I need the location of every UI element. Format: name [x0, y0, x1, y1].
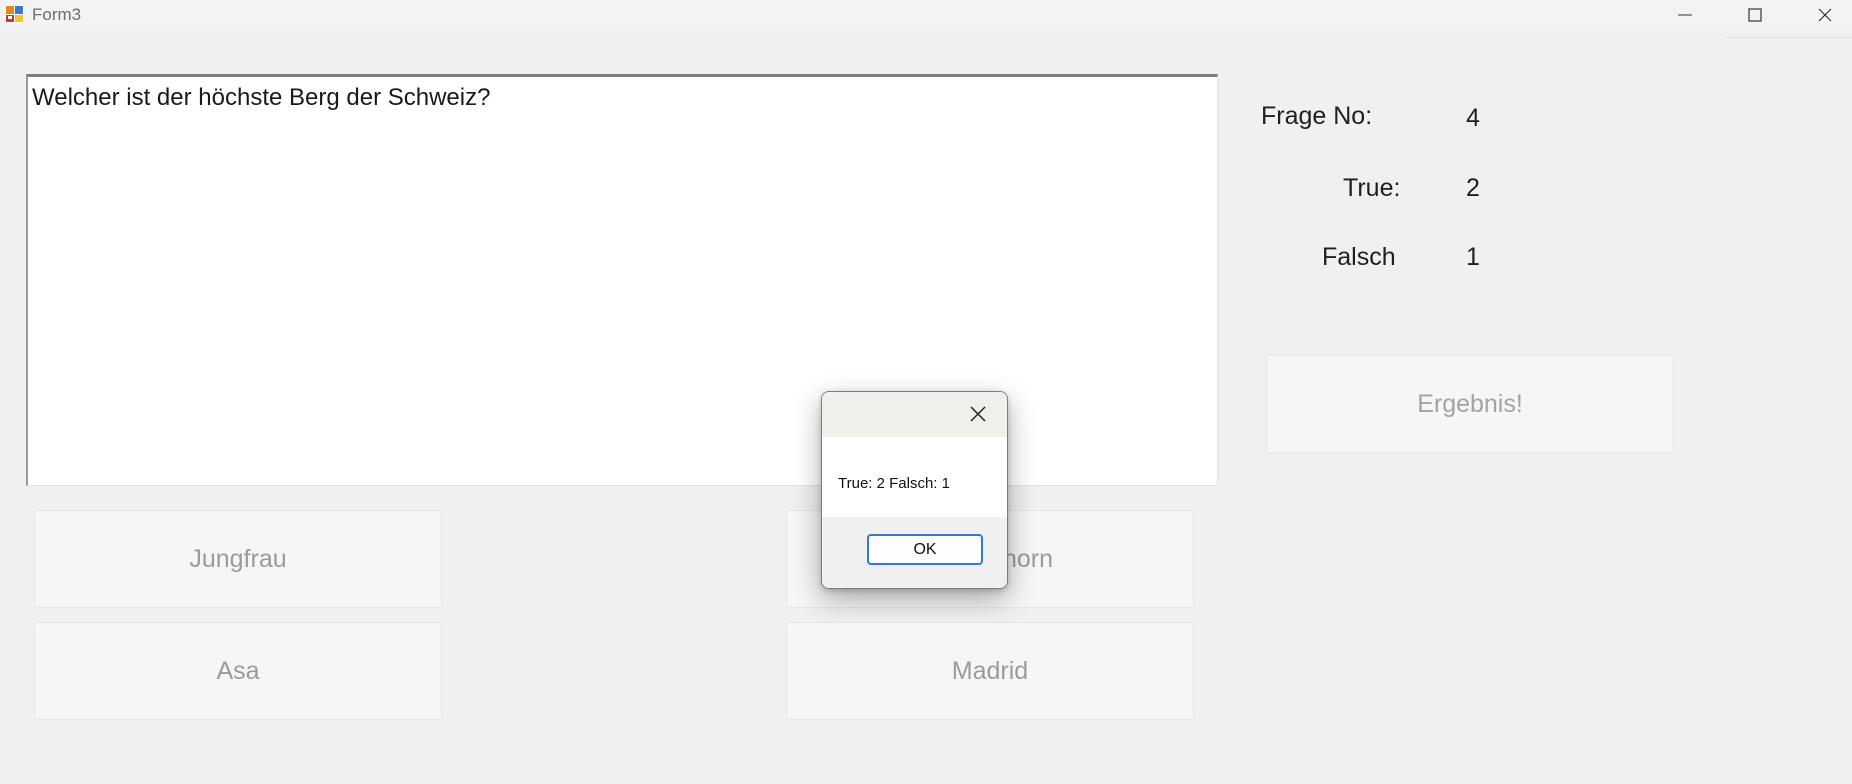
question-textbox[interactable]: Welcher ist der höchste Berg der Schweiz… — [26, 74, 1218, 486]
answer-4-label: Madrid — [951, 656, 1029, 685]
answer-button-1[interactable]: Jungfrau — [34, 510, 442, 608]
message-box-footer: OK — [822, 517, 1007, 588]
close-button[interactable] — [1795, 0, 1852, 30]
ok-button[interactable]: OK — [867, 534, 983, 565]
ergebnis-button[interactable]: Ergebnis! — [1266, 355, 1674, 453]
falsch-value: 1 — [1466, 243, 1480, 271]
message-box-body: True: 2 Falsch: 1 — [822, 437, 1007, 517]
message-box-close-button[interactable] — [966, 402, 990, 426]
ergebnis-label: Ergebnis! — [1417, 389, 1523, 418]
minimize-icon — [1678, 14, 1692, 16]
maximize-icon — [1748, 8, 1762, 22]
answer-button-3[interactable]: Asa — [34, 622, 442, 720]
true-label: True: — [1343, 174, 1401, 202]
message-box-text: True: 2 Falsch: 1 — [838, 475, 950, 492]
minimize-button[interactable] — [1655, 0, 1715, 30]
ok-label: OK — [913, 540, 937, 558]
frage-no-value: 4 — [1466, 104, 1480, 132]
close-icon — [970, 406, 986, 422]
answer-2-label: horn — [1003, 545, 1054, 573]
title-bar: Form3 — [0, 0, 1852, 30]
true-value: 2 — [1466, 174, 1480, 202]
falsch-label: Falsch — [1322, 243, 1396, 271]
window-title: Form3 — [32, 5, 82, 24]
maximize-button[interactable] — [1725, 0, 1785, 30]
question-text: Welcher ist der höchste Berg der Schweiz… — [32, 84, 491, 111]
close-icon — [1818, 8, 1832, 22]
title-divider — [1726, 37, 1852, 38]
answer-button-4[interactable]: Madrid — [786, 622, 1194, 720]
frage-no-label: Frage No: — [1261, 102, 1373, 130]
app-icon — [5, 5, 24, 23]
answer-1-label: Jungfrau — [189, 544, 287, 573]
message-box-dialog: True: 2 Falsch: 1 OK — [821, 391, 1008, 589]
answer-3-label: Asa — [216, 656, 260, 685]
main-window: Form3 Welcher ist der höchste Berg der S… — [0, 0, 1852, 784]
